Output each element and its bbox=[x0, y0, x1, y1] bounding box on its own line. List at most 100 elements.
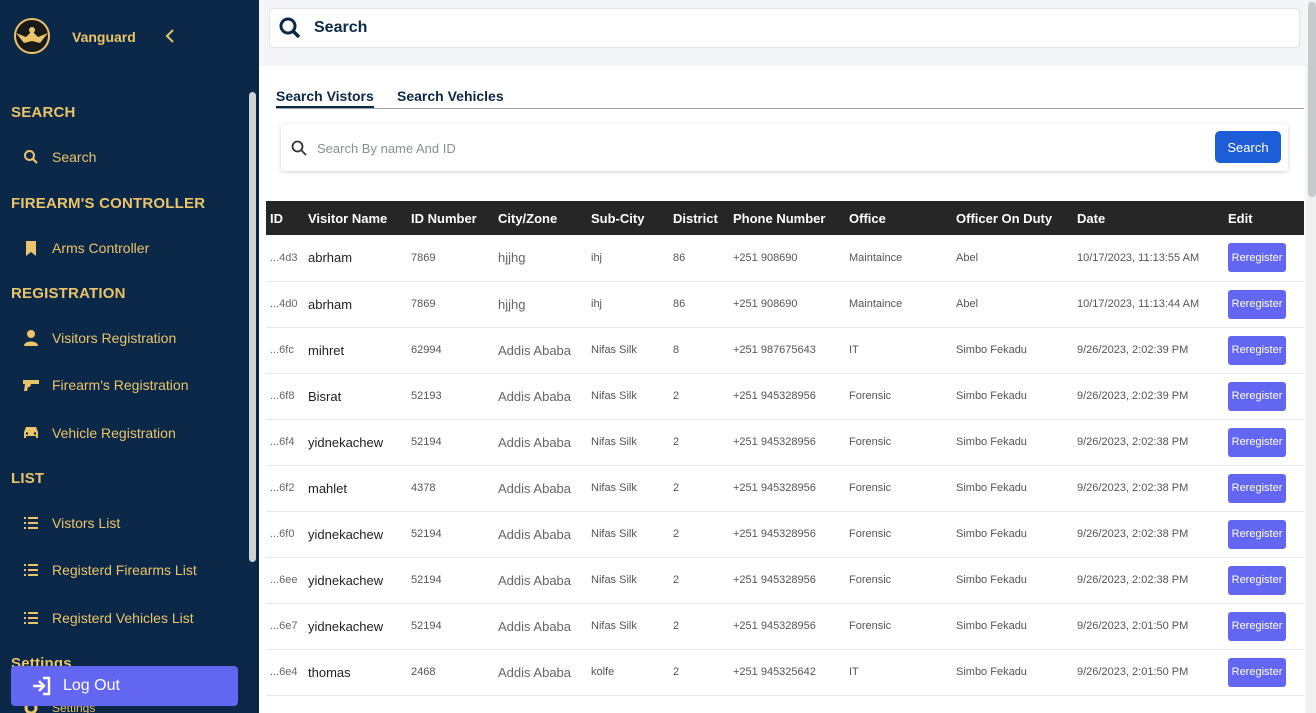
sidebar-item-label: Registerd Vehicles List bbox=[52, 610, 194, 626]
reregister-button[interactable]: Reregister bbox=[1228, 519, 1286, 549]
cell-office: Maintaince bbox=[845, 235, 952, 282]
cell-dist: 2 bbox=[669, 649, 729, 696]
table-body: ...4d3 abrham 7869 hjjhg ihj 86 +251 908690 Mai… bbox=[266, 235, 1304, 696]
logout-button[interactable]: Log Out bbox=[11, 666, 238, 706]
cell-sub: Nifas Silk bbox=[587, 419, 669, 466]
cell-sub: ihj bbox=[587, 281, 669, 328]
column-header: District bbox=[673, 210, 718, 226]
sidebar-item-search[interactable]: Search bbox=[22, 143, 242, 171]
cell-dist: 8 bbox=[669, 327, 729, 374]
search-icon bbox=[279, 17, 301, 39]
list-icon bbox=[22, 514, 40, 532]
sidebar-item-label: Arms Controller bbox=[52, 240, 150, 256]
reregister-button[interactable]: Reregister bbox=[1228, 381, 1286, 411]
cell-name: yidnekachew bbox=[304, 603, 407, 650]
sidebar-item-label: Vehicle Registration bbox=[52, 425, 176, 441]
cell-num: 52194 bbox=[407, 557, 494, 604]
cell-phone: +251 945328956 bbox=[729, 419, 845, 466]
cell-num: 52194 bbox=[407, 603, 494, 650]
cell-dist: 2 bbox=[669, 557, 729, 604]
tab-search-vehicles[interactable]: Search Vehicles bbox=[397, 88, 504, 104]
cell-id: ...6fc bbox=[266, 327, 304, 374]
reregister-button[interactable]: Reregister bbox=[1228, 427, 1286, 457]
column-header: Date bbox=[1077, 210, 1106, 226]
cell-id: ...4d0 bbox=[266, 281, 304, 328]
visitor-search-input[interactable] bbox=[317, 134, 1197, 162]
main-scrollbar-thumb[interactable] bbox=[1308, 2, 1316, 197]
cell-city: hjjhg bbox=[494, 235, 587, 282]
sidebar-item-vehicles-list[interactable]: Registerd Vehicles List bbox=[22, 604, 242, 632]
reregister-button[interactable]: Reregister bbox=[1228, 657, 1286, 687]
cell-officer: Abel bbox=[952, 235, 1073, 282]
global-search-bar[interactable]: Search bbox=[269, 8, 1300, 48]
cell-edit: Reregister bbox=[1224, 649, 1304, 696]
table-header-row: ID Visitor Name ID Number City/Zone Sub-City… bbox=[266, 201, 1304, 235]
sidebar-item-visitors-registration[interactable]: Visitors Registration bbox=[22, 324, 242, 352]
cell-officer: Simbo Fekadu bbox=[952, 557, 1073, 604]
search-icon bbox=[291, 140, 307, 156]
reregister-button[interactable]: Reregister bbox=[1228, 565, 1286, 595]
main-scrollbar[interactable] bbox=[1308, 0, 1316, 713]
column-header: City/Zone bbox=[498, 210, 558, 226]
sidebar-item-label: Vistors List bbox=[52, 515, 121, 531]
cell-officer: Simbo Fekadu bbox=[952, 465, 1073, 512]
cell-name: mahlet bbox=[304, 465, 407, 512]
sidebar-item-vehicle-registration[interactable]: Vehicle Registration bbox=[22, 419, 242, 447]
sidebar-item-arms-controller[interactable]: Arms Controller bbox=[22, 234, 242, 262]
cell-dist: 2 bbox=[669, 419, 729, 466]
cell-date: 10/17/2023, 11:13:44 AM bbox=[1073, 281, 1224, 328]
reregister-button[interactable]: Reregister bbox=[1228, 611, 1286, 641]
visitor-search-card: Search bbox=[281, 124, 1288, 171]
sidebar-item-visitors-list[interactable]: Vistors List bbox=[22, 509, 242, 537]
cell-phone: +251 945328956 bbox=[729, 511, 845, 558]
cell-name: yidnekachew bbox=[304, 511, 407, 558]
cell-dist: 86 bbox=[669, 281, 729, 328]
cell-num: 2468 bbox=[407, 649, 494, 696]
eagle-logo-icon bbox=[14, 18, 50, 54]
search-icon bbox=[22, 148, 40, 166]
cell-phone: +251 945328956 bbox=[729, 373, 845, 420]
cell-name: abrham bbox=[304, 281, 407, 328]
table-row: ...6f2 mahlet 4378 Addis Ababa Nifas Silk 2 +2… bbox=[266, 465, 1304, 512]
car-icon bbox=[22, 424, 40, 442]
cell-city: Addis Ababa bbox=[494, 327, 587, 374]
chevron-left-icon[interactable] bbox=[162, 27, 180, 45]
reregister-button[interactable]: Reregister bbox=[1228, 335, 1286, 365]
reregister-button[interactable]: Reregister bbox=[1228, 289, 1286, 319]
bookmark-icon bbox=[22, 239, 40, 257]
reregister-button[interactable]: Reregister bbox=[1228, 473, 1286, 503]
table-row: ...6f4 yidnekachew 52194 Addis Ababa Nifas S… bbox=[266, 419, 1304, 466]
cell-edit: Reregister bbox=[1224, 419, 1304, 466]
search-button[interactable]: Search bbox=[1215, 131, 1281, 163]
cell-sub: Nifas Silk bbox=[587, 511, 669, 558]
cell-id: ...6ee bbox=[266, 557, 304, 604]
cell-office: IT bbox=[845, 649, 952, 696]
table-row: ...4d3 abrham 7869 hjjhg ihj 86 +251 908690 Mai… bbox=[266, 235, 1304, 282]
reregister-button[interactable]: Reregister bbox=[1228, 243, 1286, 273]
list-icon bbox=[22, 561, 40, 579]
tab-bar: Search Vistors Search Vehicles bbox=[276, 86, 1304, 109]
cell-num: 52194 bbox=[407, 511, 494, 558]
cell-num: 62994 bbox=[407, 327, 494, 374]
cell-city: Addis Ababa bbox=[494, 649, 587, 696]
cell-sub: Nifas Silk bbox=[587, 373, 669, 420]
user-icon bbox=[22, 329, 40, 347]
tab-search-visitors[interactable]: Search Vistors bbox=[276, 88, 374, 108]
cell-office: Forensic bbox=[845, 465, 952, 512]
sidebar-item-firearms-list[interactable]: Registerd Firearms List bbox=[22, 556, 242, 584]
cell-id: ...6f2 bbox=[266, 465, 304, 512]
cell-date: 10/17/2023, 11:13:55 AM bbox=[1073, 235, 1224, 282]
cell-office: Forensic bbox=[845, 373, 952, 420]
cell-edit: Reregister bbox=[1224, 327, 1304, 374]
cell-dist: 2 bbox=[669, 511, 729, 558]
cell-name: thomas bbox=[304, 649, 407, 696]
cell-officer: Simbo Fekadu bbox=[952, 603, 1073, 650]
sidebar-item-firearms-registration[interactable]: Firearm's Registration bbox=[22, 371, 242, 399]
section-firearms-controller: FIREARM'S CONTROLLER bbox=[11, 195, 206, 212]
logout-label: Log Out bbox=[63, 677, 120, 694]
gun-icon bbox=[22, 376, 40, 394]
sidebar-scrollbar[interactable] bbox=[249, 92, 256, 562]
cell-dist: 2 bbox=[669, 465, 729, 512]
cell-dist: 2 bbox=[669, 603, 729, 650]
cell-date: 9/26/2023, 2:02:38 PM bbox=[1073, 511, 1224, 558]
